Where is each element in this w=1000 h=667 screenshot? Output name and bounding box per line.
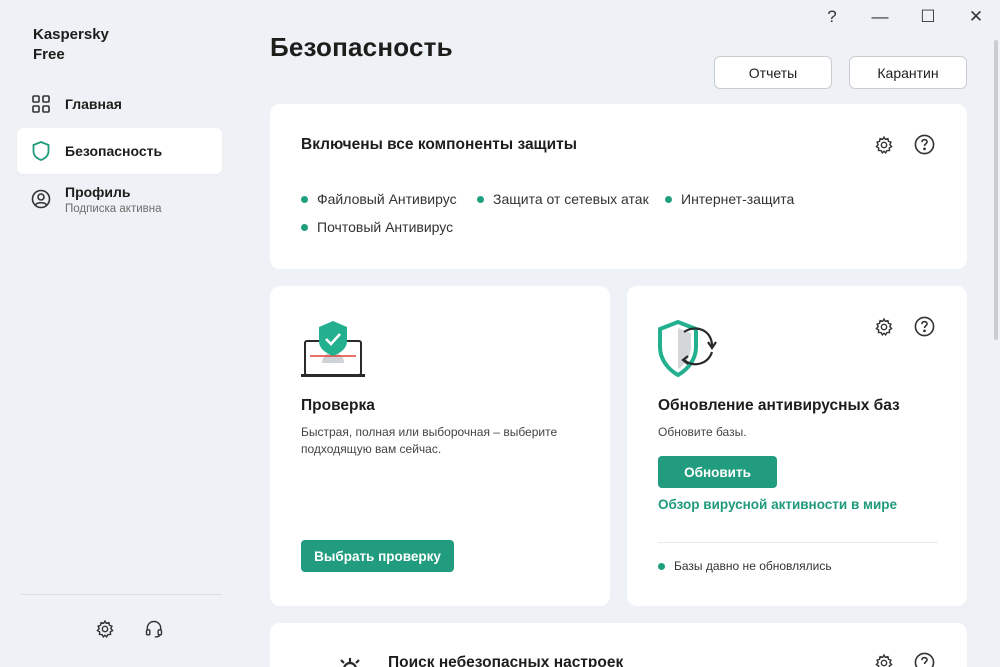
card-divider [658,542,938,543]
update-settings-button[interactable] [872,317,896,341]
update-card-title: Обновление антивирусных баз [658,397,900,414]
user-icon [31,189,51,209]
help-button[interactable]: ? [808,0,856,34]
minimize-button[interactable]: — [856,0,904,34]
help-circle-icon [914,652,935,667]
protection-card-title: Включены все компоненты защиты [301,136,577,153]
update-status: Базы давно не обновлялись [658,559,832,573]
protection-settings-button[interactable] [872,135,896,159]
status-dot [658,562,665,570]
virus-activity-link[interactable]: Обзор вирусной активности в мире [658,497,897,512]
component-item: Защита от сетевых атак [477,191,649,207]
component-label: Защита от сетевых атак [493,191,649,207]
app-title: Kaspersky Free [33,26,109,63]
sidebar-item-profile[interactable]: Профиль Подписка активна [17,176,222,222]
close-button[interactable]: ✕ [952,0,1000,34]
sidebar-item-security[interactable]: Безопасность [17,128,222,174]
gear-icon [874,135,894,160]
maximize-button[interactable]: ☐ [904,0,952,34]
component-label: Почтовый Антивирус [317,219,454,235]
help-circle-icon [914,316,935,342]
update-card: Обновление антивирусных баз Обновите баз… [627,286,967,606]
reports-button[interactable]: Отчеты [714,56,832,89]
gear-icon [874,653,894,667]
update-help-button[interactable] [912,316,936,342]
component-label: Интернет-защита [681,191,795,207]
scan-card-description: Быстрая, полная или выборочная – выберит… [301,425,558,456]
grid-icon [31,94,51,114]
gear-icon [95,619,115,644]
scrollbar[interactable] [994,40,998,640]
unsafe-settings-title: Поиск небезопасных настроек [388,654,624,667]
sidebar-item-home[interactable]: Главная [17,81,222,127]
status-dot [301,223,308,231]
update-status-label: Базы давно не обновлялись [674,559,832,573]
choose-scan-button[interactable]: Выбрать проверку [301,540,454,572]
scan-card-title: Проверка [301,397,375,414]
unsafe-settings-gear-button[interactable] [872,653,896,667]
scan-card: Проверка Быстрая, полная или выборочная … [270,286,610,606]
component-label: Файловый Антивирус [317,191,457,207]
unsafe-settings-card: Поиск небезопасных настроек [270,623,967,667]
shield-icon [31,141,51,161]
update-button[interactable]: Обновить [658,456,777,488]
laptop-scan-illustration [301,319,367,386]
unsafe-settings-help-button[interactable] [912,652,936,667]
status-dot [665,195,672,203]
gear-icon [874,317,894,342]
scrollbar-thumb[interactable] [994,40,998,340]
shield-update-illustration [656,319,718,385]
quarantine-button[interactable]: Карантин [849,56,967,89]
page-title: Безопасность [270,32,453,62]
sidebar-item-label: Безопасность [65,143,163,159]
component-item: Почтовый Антивирус [301,219,453,235]
settings-illustration [326,655,360,667]
update-card-description: Обновите базы. [658,425,747,439]
protection-status-card: Включены все компоненты защиты Файловый … [270,104,967,269]
component-item: Интернет-защита [665,191,794,207]
subscription-status: Подписка активна [65,202,162,215]
window-controls: ? — ☐ ✕ [808,0,1000,34]
settings-button[interactable] [93,619,117,643]
headset-icon [144,619,164,644]
status-dot [477,195,484,203]
component-item: Файловый Антивирус [301,191,457,207]
help-circle-icon [914,134,935,160]
sidebar-item-label: Главная [65,96,122,112]
sidebar-divider [20,594,222,595]
sidebar-item-label: Профиль [65,183,131,200]
sidebar: Kaspersky Free Главная Безопасность Проф… [0,0,238,667]
status-dot [301,195,308,203]
protection-help-button[interactable] [912,134,936,160]
support-button[interactable] [142,619,166,643]
